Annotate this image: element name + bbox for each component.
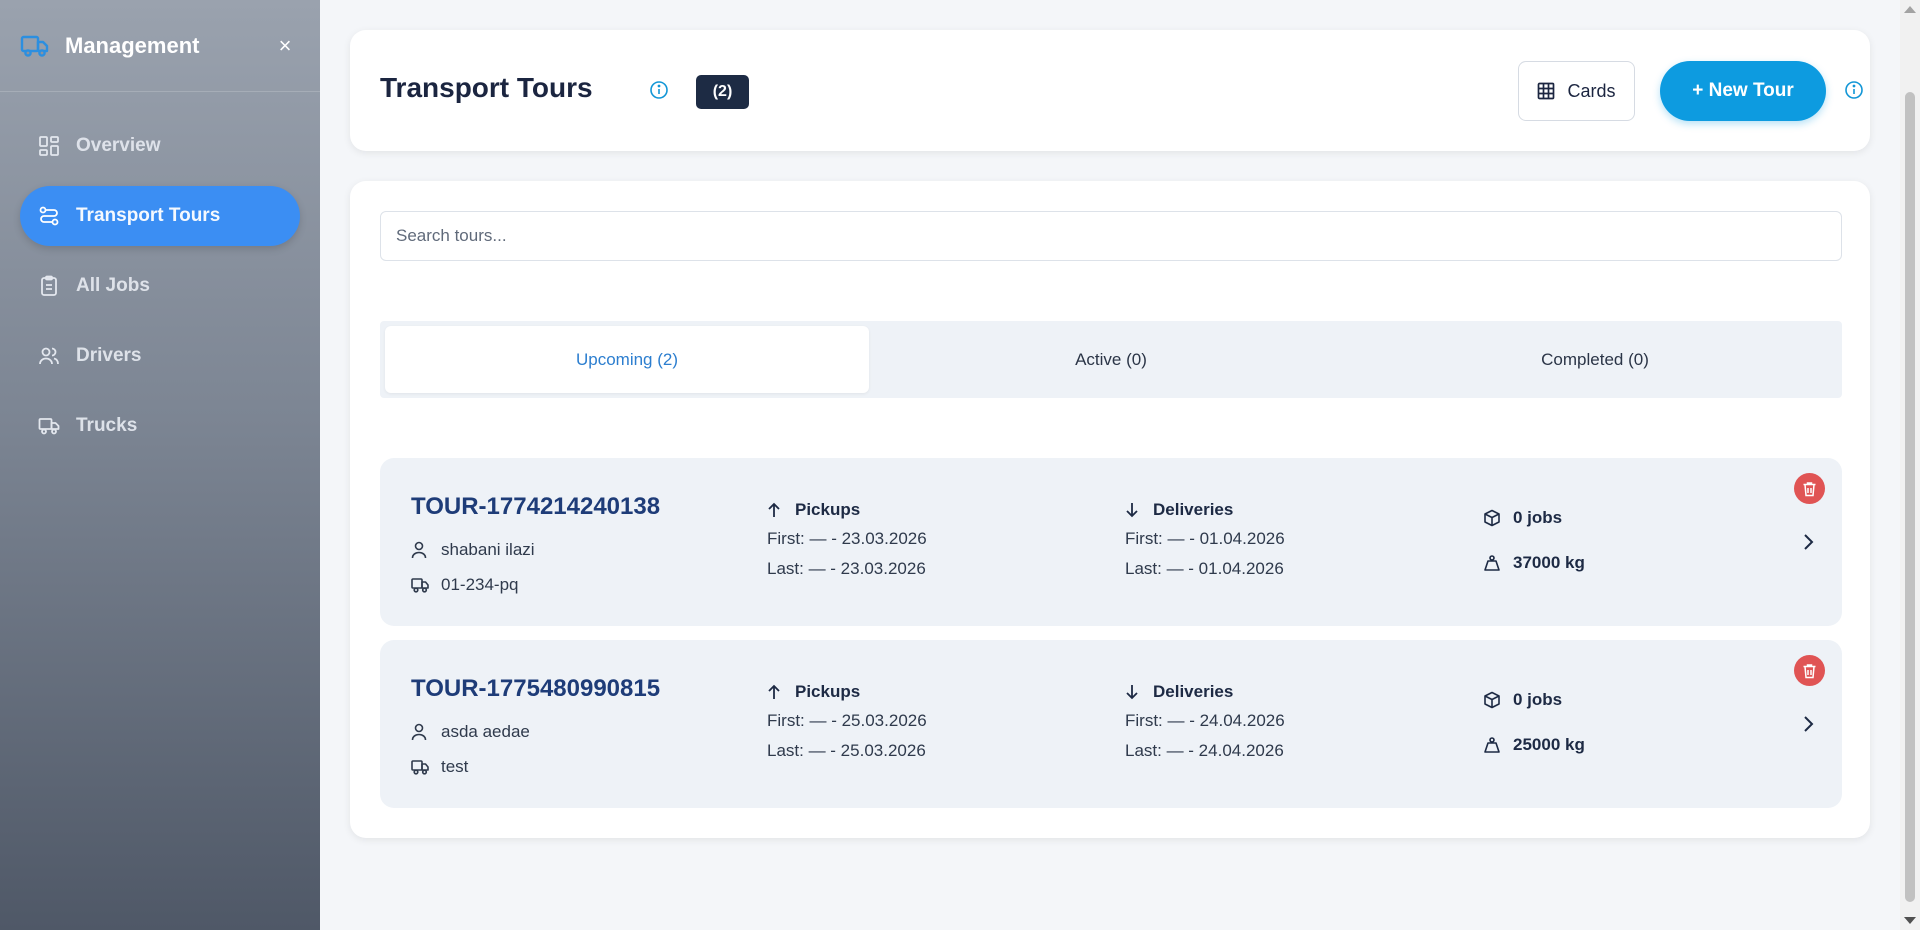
page-title: Transport Tours <box>380 72 593 103</box>
package-icon <box>1483 509 1501 527</box>
driver-row: asda aedae <box>411 722 530 742</box>
route-icon <box>38 205 60 227</box>
sidebar: Management × Overview Transport Tours Al… <box>0 0 320 930</box>
pickup-first: First: — - 23.03.2026 <box>767 529 927 548</box>
cards-view-button[interactable]: Cards <box>1518 61 1635 121</box>
status-tabs: Upcoming (2) Active (0) Completed (0) <box>380 321 1842 398</box>
truck-row: 01-234-pq <box>411 575 519 595</box>
weight-icon <box>1483 736 1501 754</box>
tab-active[interactable]: Active (0) <box>869 326 1353 393</box>
jobs-count: 0 jobs <box>1483 508 1562 528</box>
truck-row: test <box>411 757 468 777</box>
pickups-label: Pickups <box>795 682 861 701</box>
truck-icon <box>38 415 60 437</box>
info-icon[interactable] <box>1844 80 1864 100</box>
weight-total: 37000 kg <box>1483 553 1585 573</box>
sidebar-item-trucks[interactable]: Trucks <box>20 396 300 456</box>
trash-icon <box>1803 663 1816 678</box>
sidebar-item-all-jobs[interactable]: All Jobs <box>20 256 300 316</box>
clipboard-icon <box>38 275 60 297</box>
delivery-first: First: — - 24.04.2026 <box>1125 711 1285 730</box>
sidebar-item-label: All Jobs <box>76 275 150 296</box>
tour-id: TOUR-1775480990815 <box>411 675 661 702</box>
sidebar-title: Management <box>65 32 200 58</box>
sidebar-item-drivers[interactable]: Drivers <box>20 326 300 386</box>
tour-card[interactable]: TOUR-1775480990815 asda aedae test Picku… <box>380 640 1842 808</box>
page-scrollbar[interactable] <box>1900 0 1920 930</box>
delete-tour-button[interactable] <box>1794 473 1825 504</box>
table-grid-icon <box>1537 82 1555 100</box>
pickup-last: Last: — - 23.03.2026 <box>767 559 926 578</box>
search-input[interactable] <box>380 211 1842 261</box>
delivery-last: Last: — - 01.04.2026 <box>1125 559 1284 578</box>
sidebar-item-transport-tours[interactable]: Transport Tours <box>20 186 300 246</box>
user-icon <box>411 723 429 741</box>
driver-name: shabani ilazi <box>441 540 535 559</box>
jobs-count: 0 jobs <box>1483 690 1562 710</box>
tour-card[interactable]: TOUR-1774214240138 shabani ilazi 01-234-… <box>380 458 1842 626</box>
pickup-first: First: — - 25.03.2026 <box>767 711 927 730</box>
arrow-up-icon <box>767 502 783 518</box>
truck-plate: 01-234-pq <box>441 575 519 594</box>
page-header: Transport Tours (2) Cards + New Tour <box>350 30 1870 151</box>
new-tour-button[interactable]: + New Tour <box>1660 61 1826 121</box>
tab-completed[interactable]: Completed (0) <box>1353 326 1837 393</box>
truck-logo-icon <box>20 34 50 58</box>
package-icon <box>1483 691 1501 709</box>
sidebar-header: Management × <box>0 0 320 92</box>
deliveries-column: Deliveries First: — - 01.04.2026 Last: —… <box>1125 499 1285 581</box>
users-icon <box>38 345 60 367</box>
truck-icon <box>411 758 429 776</box>
pickups-label: Pickups <box>795 500 861 519</box>
main-content: Transport Tours (2) Cards + New Tour Upc… <box>320 0 1900 930</box>
jobs-label: 0 jobs <box>1513 508 1563 527</box>
scroll-up-icon[interactable] <box>1904 6 1916 13</box>
arrow-down-icon <box>1125 684 1141 700</box>
tour-id: TOUR-1774214240138 <box>411 493 661 520</box>
close-icon[interactable]: × <box>270 33 300 59</box>
trash-icon <box>1803 481 1816 496</box>
deliveries-label: Deliveries <box>1153 500 1234 519</box>
sidebar-item-overview[interactable]: Overview <box>20 116 300 176</box>
scroll-down-icon[interactable] <box>1904 917 1916 924</box>
tours-panel: Upcoming (2) Active (0) Completed (0) TO… <box>350 181 1870 838</box>
deliveries-column: Deliveries First: — - 24.04.2026 Last: —… <box>1125 681 1285 763</box>
info-icon[interactable] <box>649 80 669 100</box>
sidebar-item-label: Transport Tours <box>76 205 221 226</box>
delivery-last: Last: — - 24.04.2026 <box>1125 741 1284 760</box>
pickups-column: Pickups First: — - 25.03.2026 Last: — - … <box>767 681 927 763</box>
truck-icon <box>411 576 429 594</box>
sidebar-nav: Overview Transport Tours All Jobs Driver… <box>0 92 320 456</box>
driver-row: shabani ilazi <box>411 540 535 560</box>
pickups-column: Pickups First: — - 23.03.2026 Last: — - … <box>767 499 927 581</box>
scrollbar-thumb[interactable] <box>1905 92 1915 902</box>
truck-plate: test <box>441 757 469 776</box>
jobs-label: 0 jobs <box>1513 690 1563 709</box>
driver-name: asda aedae <box>441 722 530 741</box>
pickup-last: Last: — - 25.03.2026 <box>767 741 926 760</box>
tour-count-badge: (2) <box>696 75 749 109</box>
delivery-first: First: — - 01.04.2026 <box>1125 529 1285 548</box>
weight-label: 25000 kg <box>1513 735 1585 754</box>
weight-label: 37000 kg <box>1513 553 1585 572</box>
arrow-down-icon <box>1125 502 1141 518</box>
weight-total: 25000 kg <box>1483 735 1585 755</box>
sidebar-item-label: Drivers <box>76 345 142 366</box>
delete-tour-button[interactable] <box>1794 655 1825 686</box>
weight-icon <box>1483 554 1501 572</box>
deliveries-label: Deliveries <box>1153 682 1234 701</box>
tab-upcoming[interactable]: Upcoming (2) <box>385 326 869 393</box>
arrow-up-icon <box>767 684 783 700</box>
grid-icon <box>38 135 60 157</box>
sidebar-item-label: Overview <box>76 135 161 156</box>
chevron-right-icon[interactable] <box>1798 532 1818 552</box>
cards-label: Cards <box>1567 80 1616 101</box>
user-icon <box>411 541 429 559</box>
chevron-right-icon[interactable] <box>1798 714 1818 734</box>
sidebar-item-label: Trucks <box>76 415 138 436</box>
